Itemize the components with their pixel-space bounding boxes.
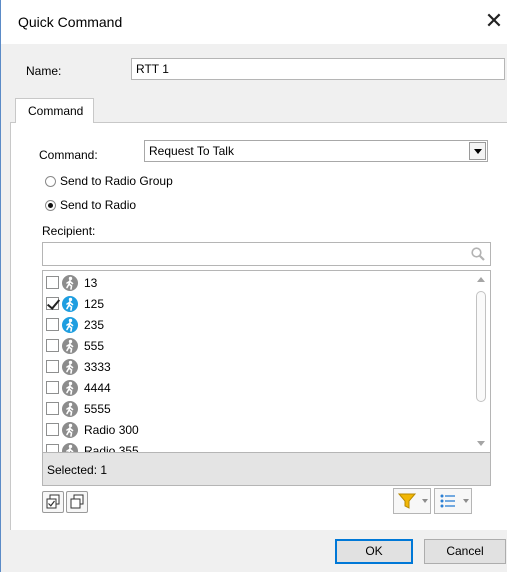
list-item-label: Radio 300 (84, 422, 139, 437)
list-item-label: 4444 (84, 380, 111, 395)
checkbox[interactable] (46, 381, 59, 394)
list-item-label: 5555 (84, 401, 111, 416)
radio-user-icon (62, 421, 78, 438)
list-item-label: 555 (84, 338, 105, 353)
chevron-down-icon[interactable] (469, 142, 486, 160)
checkbox[interactable] (46, 339, 59, 352)
radio-user-icon (62, 379, 78, 396)
radio-button-icon[interactable] (45, 175, 56, 187)
radio-send-to-radio[interactable]: Send to Radio (45, 197, 136, 213)
chevron-down-icon (463, 499, 469, 503)
recipient-label: Recipient: (42, 224, 96, 238)
list-item-label: Radio 355 (84, 443, 139, 453)
title-bar[interactable]: Quick Command ✕ (1, 0, 507, 44)
recipient-search-input[interactable] (42, 242, 491, 266)
deselect-all-icon (70, 494, 84, 509)
list-view-icon (440, 494, 455, 508)
list-item[interactable]: 555 (43, 335, 473, 356)
list-item-label: 3333 (84, 359, 111, 374)
search-icon[interactable] (470, 246, 486, 262)
radio-user-icon (62, 274, 78, 291)
select-all-icon (46, 494, 60, 509)
radio-send-to-radio-group[interactable]: Send to Radio Group (45, 173, 173, 189)
filter-icon (397, 493, 417, 509)
list-view-dropdown-button[interactable] (434, 488, 472, 514)
cancel-button[interactable]: Cancel (424, 539, 506, 564)
list-item[interactable]: 235 (43, 314, 473, 335)
radio-user-icon (62, 442, 78, 452)
list-item[interactable]: Radio 355 (43, 440, 473, 452)
checkbox[interactable] (46, 360, 59, 373)
name-label: Name: (26, 64, 62, 78)
radio-user-icon (62, 316, 78, 333)
radio-label: Send to Radio Group (60, 174, 173, 188)
radio-button-icon[interactable] (45, 199, 56, 211)
select-all-button[interactable] (42, 491, 64, 513)
recipient-list[interactable]: 13 125 235 555 3333 4444 5555 Radio 300 Radio 35… (42, 270, 491, 452)
list-scrollbar[interactable] (473, 271, 490, 452)
checkbox[interactable] (46, 423, 59, 436)
scroll-down-icon[interactable] (477, 441, 485, 446)
list-item[interactable]: 4444 (43, 377, 473, 398)
list-item[interactable]: 125 (43, 293, 473, 314)
radio-user-icon (62, 295, 78, 312)
ok-button[interactable]: OK (335, 539, 413, 564)
command-dropdown[interactable]: Request To Talk (144, 140, 488, 162)
radio-user-icon (62, 400, 78, 417)
scroll-thumb[interactable] (476, 291, 486, 402)
scroll-up-icon[interactable] (477, 277, 485, 282)
tab-command[interactable]: Command (15, 98, 94, 123)
checkbox[interactable] (46, 276, 59, 289)
list-item[interactable]: 5555 (43, 398, 473, 419)
command-label: Command: (39, 148, 98, 162)
deselect-all-button[interactable] (66, 491, 88, 513)
checkbox[interactable] (46, 402, 59, 415)
list-item-label: 13 (84, 275, 98, 290)
checkbox[interactable] (46, 444, 59, 452)
filter-dropdown-button[interactable] (393, 488, 431, 514)
selected-count-bar: Selected: 1 (42, 452, 491, 486)
list-item-label: 125 (84, 296, 105, 311)
command-selected-value: Request To Talk (149, 144, 234, 158)
radio-user-icon (62, 358, 78, 375)
close-button[interactable]: ✕ (481, 6, 507, 36)
checkbox[interactable] (46, 318, 59, 331)
quick-command-dialog: Quick Command ✕ Name: Command Command: R… (0, 0, 507, 572)
dialog-body: Name: Command Command: Request To Talk S… (1, 44, 507, 572)
radio-label: Send to Radio (60, 198, 137, 212)
list-item-label: 235 (84, 317, 105, 332)
selected-count: Selected: 1 (47, 463, 108, 477)
list-item[interactable]: Radio 300 (43, 419, 473, 440)
checkbox[interactable] (46, 297, 59, 310)
window-title: Quick Command (18, 14, 123, 30)
radio-user-icon (62, 337, 78, 354)
chevron-down-icon (422, 499, 428, 503)
name-input[interactable] (131, 58, 505, 80)
list-item[interactable]: 13 (43, 272, 473, 293)
list-item[interactable]: 3333 (43, 356, 473, 377)
